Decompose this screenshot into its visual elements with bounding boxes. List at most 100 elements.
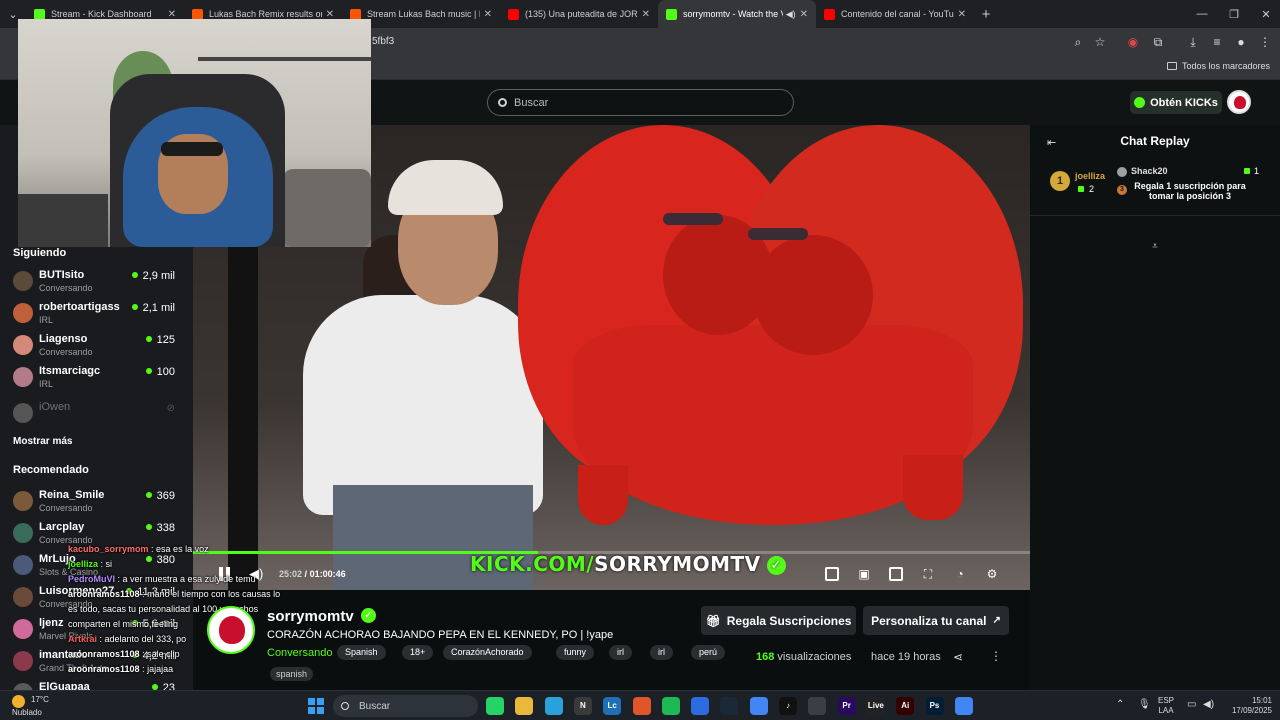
channel-row[interactable]: Itsmarciagc IRL 100 — [13, 363, 183, 393]
tray-overflow-icon[interactable]: ⌃ — [1116, 699, 1124, 710]
bookmark-star-icon[interactable]: ☆ — [1092, 34, 1108, 50]
chrome-active-icon[interactable] — [954, 697, 973, 715]
browser-menu-icon[interactable]: ⋮ — [1257, 34, 1273, 50]
live-icon[interactable]: Live — [866, 697, 885, 715]
photoshop-icon[interactable]: Ps — [925, 697, 944, 715]
second-name[interactable]: Shack20 — [1131, 166, 1168, 176]
user-avatar[interactable] — [1227, 90, 1251, 114]
gift-cta[interactable]: Regala 1 suscripción para tomar la posic… — [1131, 181, 1249, 201]
file-explorer-icon[interactable] — [515, 697, 534, 715]
close-tab-icon[interactable]: ✕ — [800, 9, 808, 20]
tab-title: Lukas Bach Remix results on Sp — [209, 9, 322, 19]
browser-tab[interactable]: sorrymomtv - Watch the VO ◀) ✕ — [658, 0, 816, 28]
network-icon[interactable]: ▭ — [1187, 699, 1196, 710]
scene-pillar — [228, 245, 258, 590]
streamer-name[interactable]: sorrymomtv — [267, 608, 354, 625]
tiktok-icon[interactable]: ♪ — [779, 697, 797, 715]
overlay-chat-user: joelliza — [68, 559, 99, 569]
microphone-icon[interactable]: 🎙︎ — [1138, 699, 1151, 710]
browser-tab[interactable]: Contenido del canal - YouTube ✕ — [816, 0, 974, 28]
restore-icon[interactable]: ❐ — [1218, 0, 1250, 28]
collapse-chat-icon[interactable]: ⇤ — [1047, 136, 1056, 149]
channel-name: robertoartigass — [39, 301, 120, 313]
channel-row[interactable]: Liagenso Conversando 125 — [13, 331, 183, 361]
stream-tag[interactable]: funny — [556, 645, 595, 660]
tab-title: Stream - Kick Dashboard — [51, 9, 152, 19]
kick-favicon — [34, 8, 45, 20]
input-language[interactable]: ESP LAA — [1158, 696, 1174, 716]
video-progress-bar[interactable] — [193, 551, 1030, 554]
premiere-icon[interactable]: Pr — [837, 697, 856, 715]
stream-category[interactable]: Conversando — [267, 647, 332, 659]
offline-channel-row[interactable]: iOwen ⊘ — [13, 399, 183, 429]
overlay-chat-text: : adelanto del 333, po — [99, 634, 187, 644]
record-icon[interactable]: ◉ — [1125, 34, 1141, 50]
all-bookmarks-button[interactable]: Todos los marcadores — [1166, 61, 1270, 71]
clip-icon[interactable]: ▣ — [857, 567, 871, 581]
search-input[interactable]: Buscar — [487, 89, 794, 116]
show-more-button[interactable]: Mostrar más — [13, 436, 72, 447]
stream-tag[interactable]: 18+ — [402, 645, 434, 660]
gift-subs-button[interactable]: 🎁︎ Regala Suscripciones — [701, 606, 856, 635]
stream-tag[interactable]: irl — [650, 645, 673, 660]
pip-icon[interactable] — [825, 567, 839, 581]
taskbar-clock[interactable]: 15:01 17/09/2025 — [1222, 696, 1272, 716]
capture-icon[interactable] — [691, 697, 710, 715]
download-icon[interactable]: ⤓ — [1185, 34, 1201, 50]
language-tag[interactable]: spanish — [270, 667, 314, 681]
new-tab-button[interactable]: + — [974, 6, 998, 23]
settings-gear-icon[interactable]: ⚙ — [985, 567, 999, 581]
taskbar-search[interactable]: Buscar — [333, 695, 478, 717]
lc-icon[interactable]: Lc — [603, 697, 622, 715]
stream-tag[interactable]: irl — [609, 645, 632, 660]
browser-tab[interactable]: (135) Una puteadita de JORGE ✕ — [500, 0, 658, 28]
tab-audio-icon[interactable]: ◀) — [786, 9, 796, 20]
stream-tag[interactable]: CorazónAchorado — [443, 645, 532, 660]
channel-row[interactable]: BUTIsito Conversando 2,9 mil — [13, 267, 183, 297]
channel-avatar — [13, 651, 33, 671]
onenote-icon[interactable]: N — [573, 697, 592, 715]
close-window-icon[interactable]: ✕ — [1250, 0, 1280, 28]
address-bar-url[interactable]: 5fbf3 — [372, 36, 394, 47]
overlay-chat-text: : jajajaa — [142, 664, 174, 674]
stream-tag[interactable]: Spanish — [337, 645, 386, 660]
get-kicks-button[interactable]: Obtén KICKs — [1130, 91, 1222, 114]
illustrator-icon[interactable]: Ai — [896, 697, 915, 715]
weather-widget[interactable]: 17°C Nublado — [12, 695, 49, 718]
playback-speed-icon[interactable]: ◔ — [953, 567, 967, 581]
minimize-icon[interactable]: — — [1186, 0, 1218, 28]
start-button[interactable] — [308, 698, 324, 714]
webcam-glasses — [161, 142, 223, 156]
chrome-icon[interactable] — [749, 697, 768, 715]
overlay-chat-message: aroonramos1108 : jajajaa — [68, 664, 173, 674]
leader-name[interactable]: joelliza — [1075, 171, 1105, 181]
fullscreen-icon[interactable]: ⛶ — [921, 567, 935, 581]
channel-row[interactable]: Reina_Smile Conversando 369 — [13, 487, 183, 517]
close-tab-icon[interactable]: ✕ — [958, 9, 966, 20]
more-options-icon[interactable]: ⋮ — [990, 649, 1002, 663]
spotify-icon[interactable] — [661, 697, 680, 715]
overlay-chat-message: joelliza : si — [68, 559, 112, 569]
profile-icon[interactable]: ● — [1233, 34, 1249, 50]
close-tab-icon[interactable]: ✕ — [642, 9, 650, 20]
media-control-icon[interactable]: ≡ — [1209, 34, 1225, 50]
flame-icon[interactable] — [632, 697, 651, 715]
telegram-icon[interactable] — [544, 697, 563, 715]
expand-leaderboard-icon[interactable]: ⩡ — [1148, 241, 1162, 252]
close-tab-icon[interactable]: ✕ — [168, 9, 176, 20]
theater-mode-icon[interactable] — [889, 567, 903, 581]
customize-channel-button[interactable]: Personaliza tu canal ↗ — [863, 606, 1009, 635]
steam-icon[interactable] — [720, 697, 739, 715]
close-tab-icon[interactable]: ✕ — [484, 9, 492, 20]
whatsapp-icon[interactable] — [486, 697, 504, 715]
extensions-icon[interactable]: ⧉ — [1150, 34, 1166, 50]
zoom-icon[interactable]: ⌕ — [1070, 34, 1086, 50]
weather-icon — [12, 695, 25, 708]
channel-row[interactable]: robertoartigass IRL 2,1 mil — [13, 299, 183, 329]
streamer-avatar[interactable] — [207, 606, 255, 654]
chatgpt-icon[interactable] — [808, 697, 827, 715]
stream-tag[interactable]: perú — [691, 645, 726, 660]
speaker-icon[interactable]: ◀) — [1203, 699, 1214, 710]
share-icon[interactable]: ⋖ — [953, 650, 963, 664]
close-tab-icon[interactable]: ✕ — [326, 9, 334, 20]
